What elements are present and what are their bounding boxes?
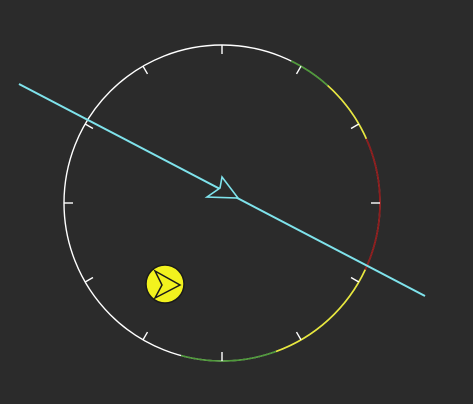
radar-scope [18,44,426,362]
bearing-tick [295,331,302,341]
radar-display [0,0,473,404]
bearing-tick [295,65,302,75]
bearing-tick [142,65,149,75]
bearing-tick [142,331,149,341]
bearing-tick [84,276,94,283]
bearing-ticks [64,45,380,361]
bearing-tick [350,123,360,130]
arc-green-lower [180,350,277,362]
arc-red [364,138,381,271]
contact-symbol[interactable] [145,264,185,304]
arrowhead-icon[interactable] [204,175,240,199]
bearing-tick [350,276,360,283]
bearing-tick [84,123,94,130]
arc-yellow-upper [327,84,368,140]
arc-yellow-lower [275,269,366,353]
bearing-ring [63,44,381,362]
